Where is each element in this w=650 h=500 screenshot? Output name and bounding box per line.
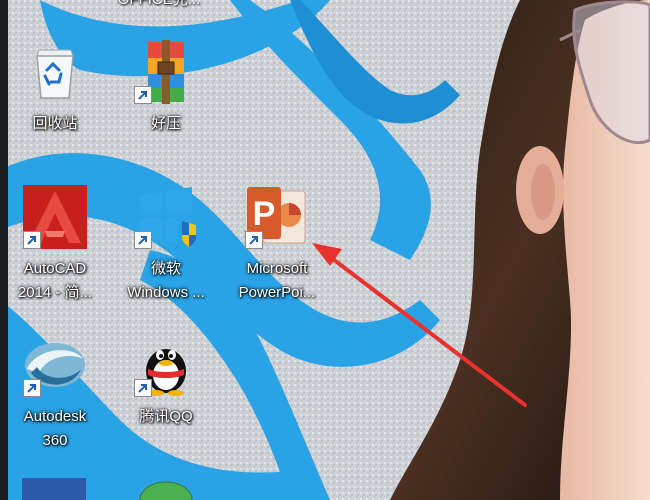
shortcut-arrow-icon: [134, 379, 152, 397]
windows-shield-icon: [134, 185, 198, 249]
shortcut-arrow-icon: [23, 379, 41, 397]
powerpoint-label-line2: PowerPoi...: [238, 284, 316, 301]
powerpoint-label-line1: Microsoft: [246, 260, 308, 277]
autocad-icon: [23, 185, 87, 249]
desktop-icon-autodesk-360[interactable]: Autodesk 360: [3, 333, 107, 451]
shortcut-arrow-icon: [134, 231, 152, 249]
autodesk-label-line2: 360: [42, 432, 68, 449]
shortcut-arrow-icon: [134, 86, 152, 104]
svg-text:P: P: [253, 195, 276, 233]
recycle-bin-label: 回收站: [32, 115, 78, 132]
office-shortcut-label[interactable]: OFFICE完...: [104, 0, 214, 10]
autocad-label-line2: 2014 - 简...: [17, 284, 93, 301]
desktop-icon-autocad[interactable]: AutoCAD 2014 - 简...: [3, 185, 107, 303]
partial-icon-bottom-middle[interactable]: [134, 478, 198, 500]
partial-icon-bottom-left[interactable]: [22, 478, 86, 500]
haozip-label: 好压: [150, 115, 181, 132]
desktop-icon-windows[interactable]: 微软 Windows ...: [114, 185, 218, 303]
haozip-archive-icon: [134, 40, 198, 104]
recycle-bin-icon: [23, 40, 87, 104]
shortcut-arrow-icon: [245, 231, 263, 249]
desktop-icon-recycle-bin[interactable]: 回收站: [3, 40, 107, 158]
shortcut-arrow-icon: [23, 231, 41, 249]
desktop: OFFICE完... 回收站 好压: [0, 0, 650, 500]
autodesk-360-icon: [23, 333, 87, 397]
powerpoint-icon: P: [245, 185, 309, 249]
desktop-icon-qq[interactable]: 腾讯QQ: [114, 333, 218, 451]
desktop-icon-haozip[interactable]: 好压: [114, 40, 218, 158]
autodesk-label-line1: Autodesk: [23, 408, 87, 425]
windows-label-line2: Windows ...: [127, 284, 205, 301]
windows-label-line1: 微软: [150, 260, 181, 277]
qq-penguin-icon: [134, 333, 198, 397]
desktop-icon-powerpoint[interactable]: P Microsoft PowerPoi...: [225, 185, 329, 303]
qq-label: 腾讯QQ: [139, 408, 193, 425]
autocad-label-line1: AutoCAD: [23, 260, 87, 277]
